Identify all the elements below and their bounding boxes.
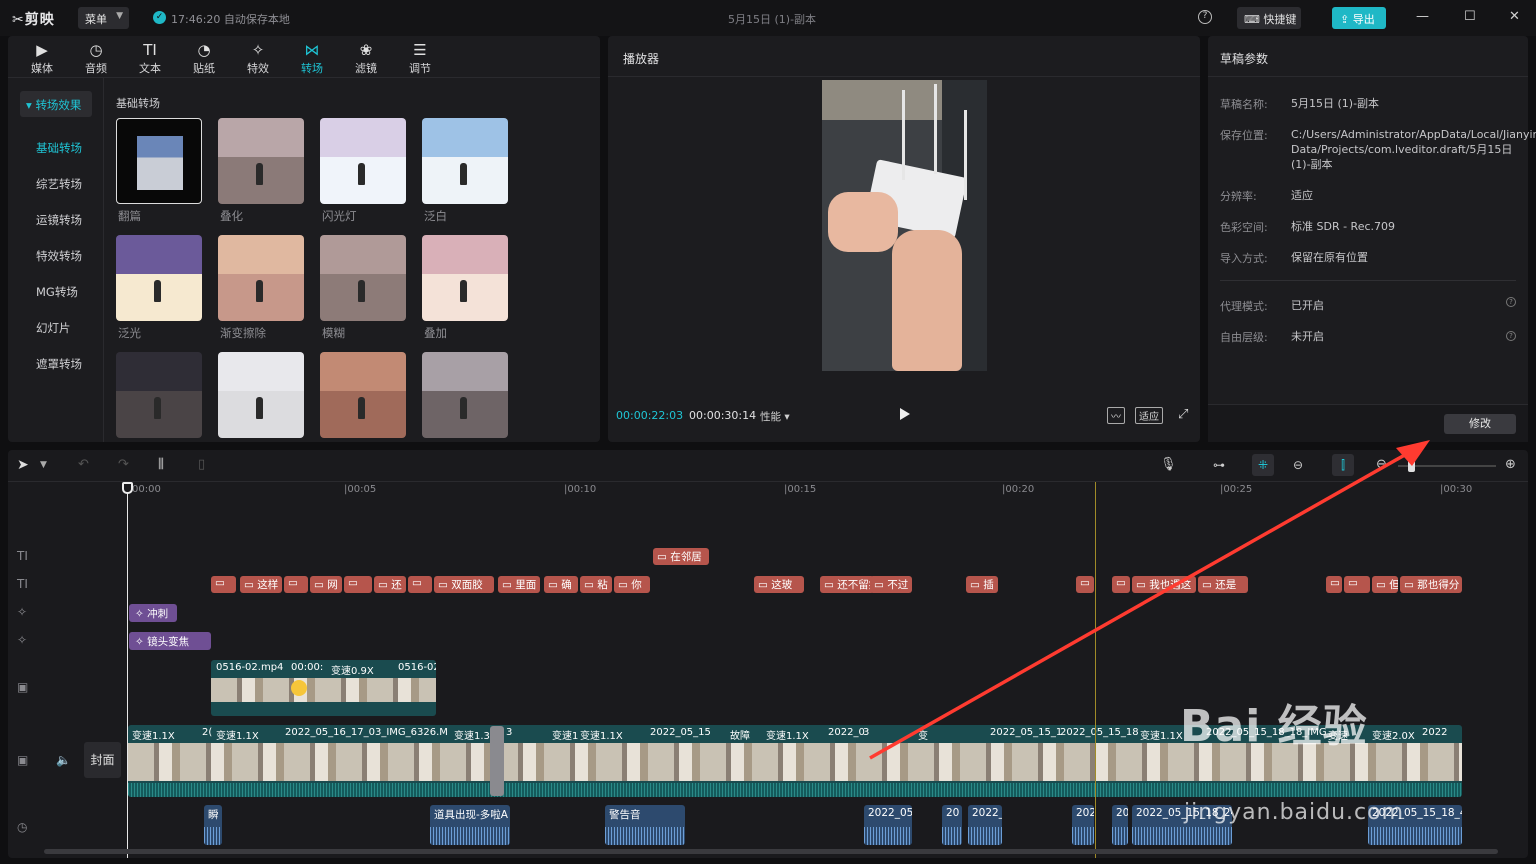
watermark-url: jingyan.baidu.com (1184, 800, 1405, 825)
watermark-logo: Bai 经验 (1180, 701, 1368, 752)
arrow-head (1396, 440, 1430, 466)
